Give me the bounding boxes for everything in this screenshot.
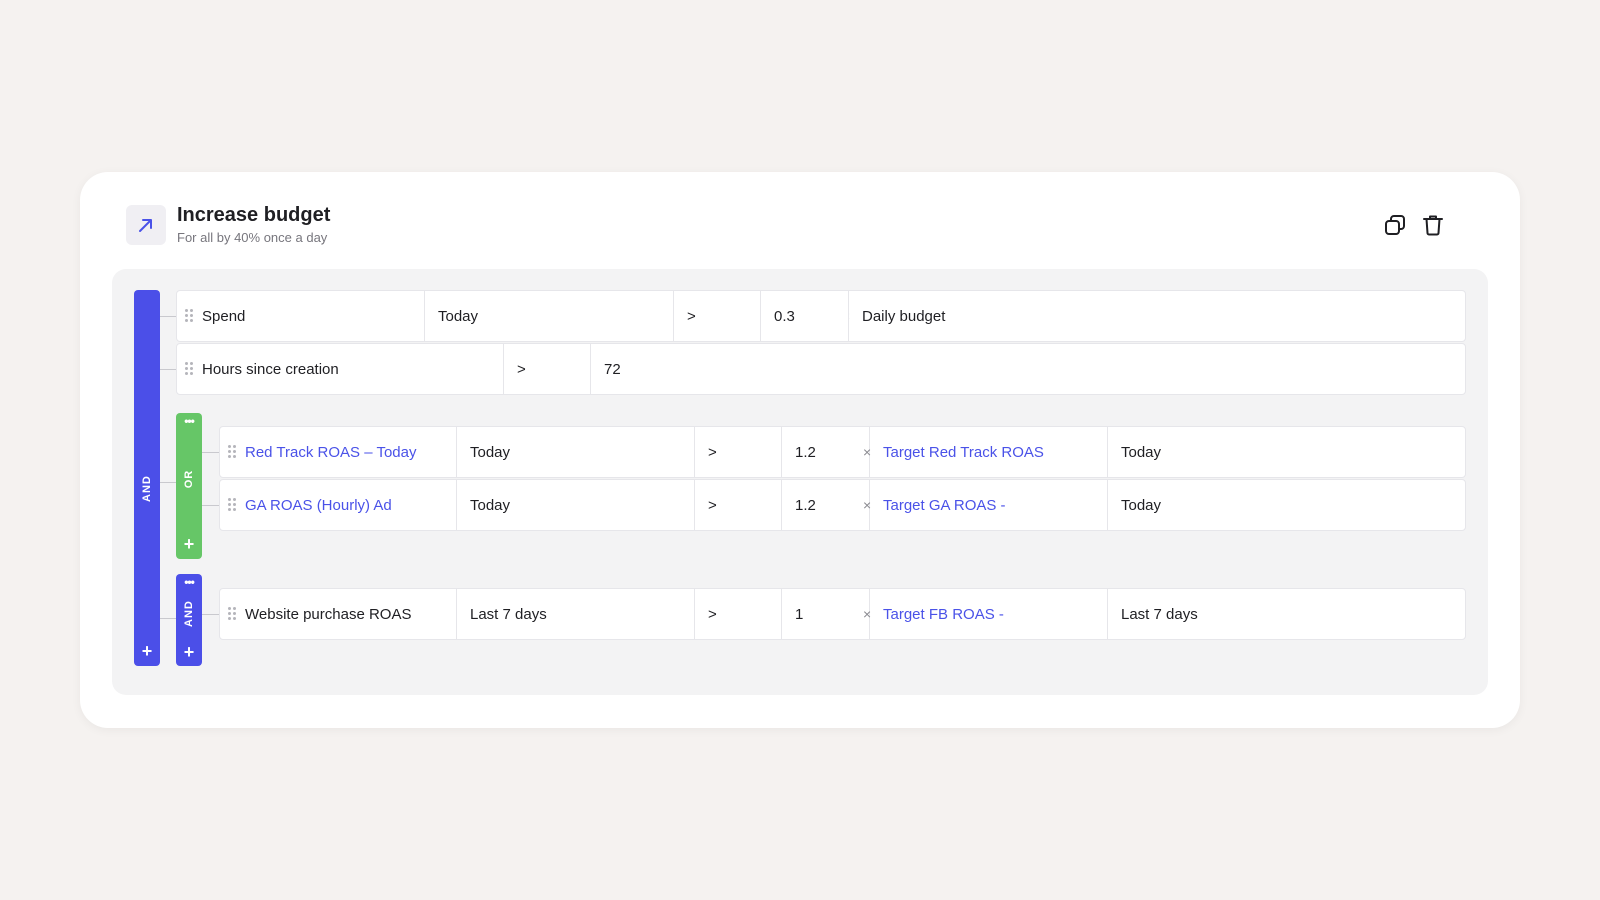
metric-select[interactable]: Red Track ROAS – Today bbox=[220, 427, 457, 477]
reference-label: Daily budget bbox=[862, 307, 946, 325]
arrow-up-right-icon bbox=[126, 205, 166, 245]
multiply-icon: × bbox=[863, 444, 872, 460]
reference-label: Target Red Track ROAS bbox=[883, 443, 1044, 461]
drag-handle-icon[interactable] bbox=[228, 445, 236, 459]
period-label: Today bbox=[438, 307, 479, 325]
add-condition-button[interactable]: + bbox=[176, 642, 202, 662]
reference-period-select[interactable]: Today bbox=[1108, 480, 1465, 530]
comparator-select[interactable]: > bbox=[695, 427, 782, 477]
metric-label: Website purchase ROAS bbox=[245, 605, 412, 623]
reference-period-label: Today bbox=[1121, 443, 1162, 461]
reference-label: Target GA ROAS - bbox=[883, 496, 1006, 514]
metric-label: Hours since creation bbox=[202, 360, 339, 378]
reference-select[interactable]: × Target FB ROAS - bbox=[863, 589, 1108, 639]
value-label: 1 bbox=[795, 605, 804, 623]
or-group-bar[interactable]: ••• OR + bbox=[176, 413, 202, 559]
period-select[interactable]: Last 7 days bbox=[457, 589, 695, 639]
drag-handle-icon[interactable] bbox=[185, 362, 193, 376]
and-subgroup-bar[interactable]: ••• AND + bbox=[176, 574, 202, 666]
period-select[interactable]: Today bbox=[457, 427, 695, 477]
reference-select[interactable]: × Daily budget bbox=[849, 291, 1465, 341]
comparator-select[interactable]: > bbox=[674, 291, 761, 341]
multiply-icon: × bbox=[863, 497, 872, 513]
connector-line bbox=[202, 452, 219, 453]
metric-select[interactable]: Spend bbox=[177, 291, 425, 341]
condition-row: Red Track ROAS – Today Today > 1.2 × Tar… bbox=[219, 426, 1466, 478]
connector-line bbox=[160, 482, 176, 483]
reference-label: Target FB ROAS - bbox=[883, 605, 1004, 623]
comparator-label: > bbox=[708, 443, 717, 461]
value-input[interactable]: 1 bbox=[782, 589, 870, 639]
rule-title: Increase budget bbox=[177, 204, 331, 226]
connector-line bbox=[160, 618, 176, 619]
duplicate-button[interactable] bbox=[1383, 213, 1407, 237]
connector-line bbox=[202, 614, 219, 615]
value-input[interactable]: 0.3 bbox=[761, 291, 849, 341]
add-condition-button[interactable]: + bbox=[134, 641, 160, 661]
group-menu-icon[interactable]: ••• bbox=[176, 576, 202, 588]
reference-period-select[interactable]: Last 7 days bbox=[1108, 589, 1465, 639]
metric-select[interactable]: GA ROAS (Hourly) Ad bbox=[220, 480, 457, 530]
conditions-panel: AND + Spend Today > 0.3 × Daily budget bbox=[112, 269, 1488, 695]
condition-row: Spend Today > 0.3 × Daily budget bbox=[176, 290, 1466, 342]
period-select[interactable]: Today bbox=[425, 291, 674, 341]
reference-period-label: Today bbox=[1121, 496, 1162, 514]
add-condition-button[interactable]: + bbox=[176, 534, 202, 554]
metric-label: Spend bbox=[202, 307, 246, 325]
period-label: Last 7 days bbox=[470, 605, 547, 623]
metric-label: Red Track ROAS – Today bbox=[245, 443, 417, 461]
reference-select[interactable]: × Target GA ROAS - bbox=[863, 480, 1108, 530]
value-label: 72 bbox=[604, 360, 621, 378]
reference-period-label: Last 7 days bbox=[1121, 605, 1198, 623]
comparator-label: > bbox=[708, 496, 717, 514]
condition-row: GA ROAS (Hourly) Ad Today > 1.2 × Target… bbox=[219, 479, 1466, 531]
trash-icon bbox=[1423, 215, 1443, 236]
reference-period-select[interactable]: Today bbox=[1108, 427, 1465, 477]
connector-line bbox=[160, 369, 176, 370]
period-select[interactable]: Today bbox=[457, 480, 695, 530]
multiply-icon: × bbox=[849, 308, 850, 324]
copy-icon bbox=[1385, 215, 1405, 235]
multiply-icon: × bbox=[863, 606, 872, 622]
value-label: 1.2 bbox=[795, 443, 816, 461]
condition-row: Hours since creation > 72 bbox=[176, 343, 1466, 395]
drag-handle-icon[interactable] bbox=[228, 607, 236, 621]
group-operator-label: AND bbox=[141, 475, 153, 502]
period-label: Today bbox=[470, 496, 511, 514]
rule-subtitle: For all by 40% once a day bbox=[177, 230, 328, 245]
value-input[interactable]: 1.2 bbox=[782, 480, 870, 530]
delete-button[interactable] bbox=[1421, 213, 1445, 237]
comparator-select[interactable]: > bbox=[695, 480, 782, 530]
rule-card: Increase budget For all by 40% once a da… bbox=[80, 172, 1520, 728]
drag-handle-icon[interactable] bbox=[185, 309, 193, 323]
value-input[interactable]: 1.2 bbox=[782, 427, 870, 477]
root-and-group-bar[interactable]: AND + bbox=[134, 290, 160, 666]
value-label: 0.3 bbox=[774, 307, 795, 325]
metric-select[interactable]: Website purchase ROAS bbox=[220, 589, 457, 639]
metric-select[interactable]: Hours since creation bbox=[177, 344, 504, 394]
group-operator-label: AND bbox=[183, 600, 195, 627]
comparator-label: > bbox=[517, 360, 526, 378]
drag-handle-icon[interactable] bbox=[228, 498, 236, 512]
group-operator-label: OR bbox=[183, 469, 195, 489]
group-menu-icon[interactable]: ••• bbox=[176, 415, 202, 427]
connector-line bbox=[160, 316, 176, 317]
comparator-select[interactable]: > bbox=[504, 344, 591, 394]
period-label: Today bbox=[470, 443, 511, 461]
comparator-label: > bbox=[708, 605, 717, 623]
value-label: 1.2 bbox=[795, 496, 816, 514]
connector-line bbox=[202, 505, 219, 506]
condition-row: Website purchase ROAS Last 7 days > 1 × … bbox=[219, 588, 1466, 640]
reference-select[interactable]: × Target Red Track ROAS bbox=[863, 427, 1108, 477]
metric-label: GA ROAS (Hourly) Ad bbox=[245, 496, 392, 514]
value-input[interactable]: 72 bbox=[591, 344, 1465, 394]
comparator-select[interactable]: > bbox=[695, 589, 782, 639]
comparator-label: > bbox=[687, 307, 696, 325]
